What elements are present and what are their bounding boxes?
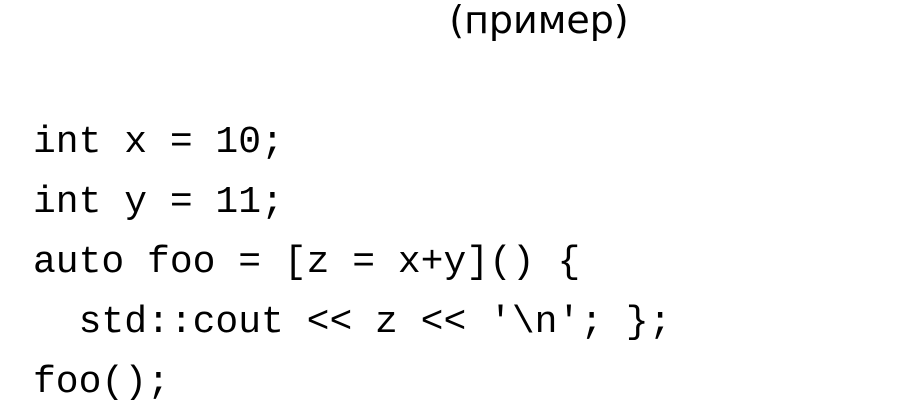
slide: (пример) int x = 10; int y = 11; auto fo… — [0, 0, 912, 412]
code-line: int y = 11; — [33, 181, 284, 224]
code-line: auto foo = [z = x+y]() { — [33, 241, 581, 284]
code-line: std::cout << z << '\n'; }; — [33, 301, 672, 344]
code-line: int x = 10; — [33, 121, 284, 164]
slide-title: (пример) — [449, 0, 629, 42]
code-block: int x = 10; int y = 11; auto foo = [z = … — [33, 113, 672, 413]
code-line: foo(); — [33, 361, 170, 404]
